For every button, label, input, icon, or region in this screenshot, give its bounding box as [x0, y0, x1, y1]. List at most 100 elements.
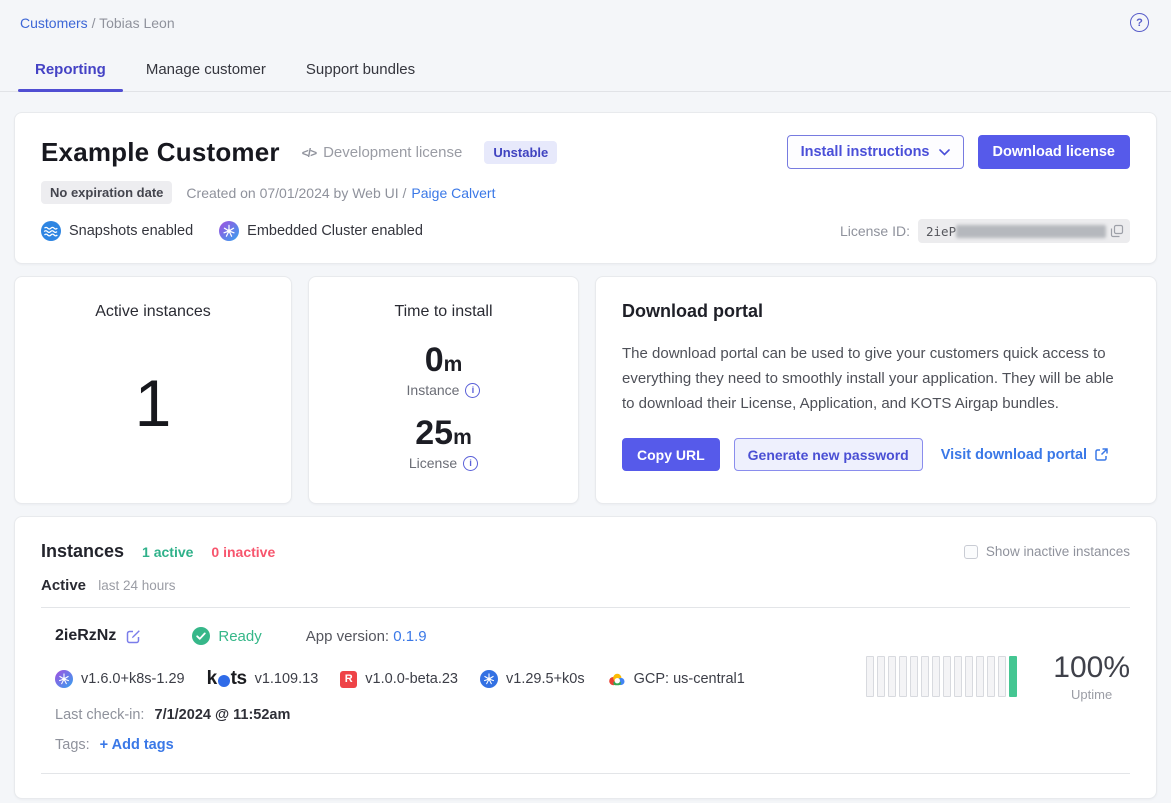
instance-row: 2ieRzNz Ready App version: 0.1.9 [41, 627, 1130, 753]
cloud-provider-label: GCP: us-central1 [634, 671, 745, 687]
install-instructions-label: Install instructions [801, 144, 930, 160]
active-section-range: last 24 hours [98, 578, 175, 593]
instance-id: 2ieRzNz [55, 627, 116, 645]
uptime-bars [866, 656, 1017, 697]
uptime-bar [987, 656, 995, 697]
active-instances-value: 1 [35, 365, 271, 441]
feature-snapshots-label: Snapshots enabled [69, 223, 193, 239]
feature-embedded-cluster-label: Embedded Cluster enabled [247, 223, 423, 239]
app-version-label: App version: [306, 628, 394, 645]
chevron-down-icon [939, 149, 950, 156]
gcp-icon [607, 672, 626, 687]
license-install-time: 25m [329, 416, 558, 450]
snapshots-icon [41, 221, 61, 241]
active-section-header: Active last 24 hours [41, 577, 1130, 594]
uptime-bar [954, 656, 962, 697]
last-checkin-label: Last check-in: [55, 707, 144, 723]
customer-header-card: Example Customer </> Development license… [14, 112, 1157, 264]
license-id-field: 2ieP [918, 219, 1130, 243]
replicated-version: R v1.0.0-beta.23 [340, 671, 458, 688]
embedded-cluster-icon [55, 670, 73, 688]
kubernetes-version: v1.29.5+k0s [480, 670, 585, 688]
show-inactive-checkbox[interactable] [964, 545, 978, 559]
active-count: 1 active [142, 544, 193, 560]
install-instructions-button[interactable]: Install instructions [787, 135, 964, 169]
uptime-bar [1009, 656, 1017, 697]
instance-status: Ready [192, 627, 261, 645]
active-instances-card: Active instances 1 [14, 276, 292, 504]
uptime-bar [943, 656, 951, 697]
uptime-bar [921, 656, 929, 697]
instance-status-label: Ready [218, 628, 261, 645]
last-checkin-row: Last check-in: 7/1/2024 @ 11:52am [55, 707, 1130, 723]
replicated-icon: R [340, 671, 357, 688]
visit-download-portal-link[interactable]: Visit download portal [941, 447, 1109, 463]
download-portal-description: The download portal can be used to give … [622, 342, 1130, 416]
kots-version: kts v1.109.13 [207, 668, 319, 690]
instance-install-label-row: Instance i [329, 382, 558, 398]
app-version: App version: 0.1.9 [306, 628, 427, 645]
feature-embedded-cluster: Embedded Cluster enabled [219, 221, 423, 241]
breadcrumb-customers-link[interactable]: Customers [20, 15, 88, 31]
active-section-label: Active [41, 577, 86, 594]
visit-download-portal-label: Visit download portal [941, 447, 1087, 463]
app-version-link[interactable]: 0.1.9 [393, 628, 426, 645]
external-link-icon [1094, 447, 1109, 462]
uptime-percentage: 100% [1053, 651, 1130, 685]
created-text: Created on 07/01/2024 by Web UI / [186, 185, 406, 201]
code-icon: </> [302, 146, 316, 160]
uptime-label: Uptime [1053, 687, 1130, 702]
uptime-widget: 100% Uptime [866, 651, 1130, 702]
edit-instance-name-icon[interactable] [125, 628, 142, 645]
show-inactive-toggle[interactable]: Show inactive instances [964, 544, 1130, 559]
download-portal-title: Download portal [622, 301, 1130, 322]
download-portal-card: Download portal The download portal can … [595, 276, 1157, 504]
bottom-divider [41, 773, 1130, 774]
show-inactive-label: Show inactive instances [986, 544, 1130, 559]
uptime-bar [965, 656, 973, 697]
replicated-version-label: v1.0.0-beta.23 [365, 671, 458, 687]
license-id-label: License ID: [840, 223, 910, 239]
breadcrumb-current: Tobias Leon [99, 15, 175, 31]
generate-password-button[interactable]: Generate new password [734, 438, 923, 471]
tab-support-bundles[interactable]: Support bundles [289, 51, 432, 91]
license-install-unit: m [453, 426, 472, 449]
license-id-redacted [956, 225, 1106, 238]
embedded-cluster-version: v1.6.0+k8s-1.29 [55, 670, 185, 688]
license-install-label: License [409, 455, 457, 471]
kots-logo: kts [207, 668, 247, 690]
cloud-provider: GCP: us-central1 [607, 671, 745, 687]
copy-url-button[interactable]: Copy URL [622, 438, 720, 471]
copy-icon[interactable] [1110, 224, 1124, 238]
inactive-count: 0 inactive [211, 544, 275, 560]
help-icon[interactable]: ? [1130, 13, 1149, 32]
time-to-install-card: Time to install 0m Instance i 25m Licens… [308, 276, 579, 504]
tab-reporting[interactable]: Reporting [18, 51, 123, 91]
instances-title: Instances [41, 541, 124, 562]
info-icon[interactable]: i [465, 383, 480, 398]
license-id-row: License ID: 2ieP [840, 219, 1130, 243]
feature-snapshots: Snapshots enabled [41, 221, 193, 241]
license-install-label-row: License i [329, 455, 558, 471]
uptime-bar [976, 656, 984, 697]
license-type: </> Development license [302, 144, 463, 161]
tab-manage-customer[interactable]: Manage customer [129, 51, 283, 91]
instance-install-unit: m [444, 353, 463, 376]
active-instances-title: Active instances [35, 303, 271, 321]
created-by-link[interactable]: Paige Calvert [411, 185, 495, 201]
last-checkin-value: 7/1/2024 @ 11:52am [155, 707, 291, 723]
uptime-bar [998, 656, 1006, 697]
add-tags-link[interactable]: + Add tags [100, 737, 174, 753]
kots-logo-o [218, 675, 230, 687]
uptime-bar [888, 656, 896, 697]
tags-row: Tags: + Add tags [55, 737, 1130, 753]
instances-card: Instances 1 active 0 inactive Show inact… [14, 516, 1157, 799]
kubernetes-icon [480, 670, 498, 688]
kubernetes-version-label: v1.29.5+k0s [506, 671, 585, 687]
download-license-button[interactable]: Download license [978, 135, 1130, 169]
info-icon[interactable]: i [463, 456, 478, 471]
breadcrumb: Customers / Tobias Leon [0, 0, 1171, 31]
check-circle-icon [192, 627, 210, 645]
breadcrumb-separator: / [88, 15, 99, 31]
instance-install-time: 0m [329, 343, 558, 377]
